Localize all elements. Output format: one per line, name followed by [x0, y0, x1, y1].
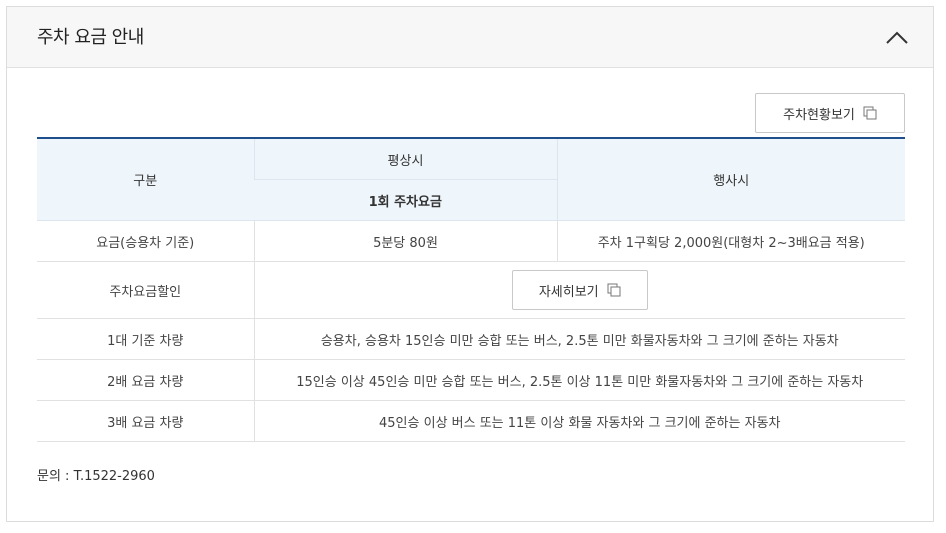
header-category: 구분 [37, 137, 254, 221]
row-label: 1대 기준 차량 [37, 318, 254, 360]
copy-icon [607, 283, 621, 297]
row-value: 45인승 이상 버스 또는 11톤 이상 화물 자동차와 그 크기에 준하는 자… [253, 400, 905, 442]
parking-status-button[interactable]: 주차현황보기 [755, 93, 905, 133]
row-value: 승용차, 승용차 15인승 미만 승합 또는 버스, 2.5톤 미만 화물자동차… [253, 318, 905, 360]
panel-title: 주차 요금 안내 [37, 27, 144, 48]
row-label: 주차요금할인 [37, 261, 254, 319]
table-row: 2배 요금 차량 15인승 이상 45인승 미만 승합 또는 버스, 2.5톤 … [37, 359, 905, 401]
parking-status-button-label: 주차현황보기 [783, 107, 855, 123]
header-event: 행사시 [556, 137, 905, 221]
row-label: 2배 요금 차량 [37, 359, 254, 401]
row-label: 3배 요금 차량 [37, 400, 254, 442]
table-row: 요금(승용차 기준) 5분당 80원 주차 1구획당 2,000원(대형차 2~… [37, 220, 905, 262]
header-normal-sub: 1회 주차요금 [254, 179, 557, 221]
chevron-up-icon[interactable] [881, 21, 913, 53]
row-value: 15인승 이상 45인승 미만 승합 또는 버스, 2.5톤 이상 11톤 미만… [253, 359, 905, 401]
panel-header[interactable]: 주차 요금 안내 [7, 7, 933, 68]
row-event-fee: 주차 1구획당 2,000원(대형차 2~3배요금 적용) [556, 220, 905, 262]
row-normal-fee: 5분당 80원 [253, 220, 557, 262]
detail-view-button-label: 자세히보기 [538, 284, 599, 300]
parking-fee-table: 구분 평상시 행사시 1회 주차요금 요금(승용차 기준) 5분당 80원 주차… [37, 137, 905, 442]
header-normal: 평상시 [253, 137, 557, 180]
detail-view-button[interactable]: 자세히보기 [511, 270, 648, 310]
copy-icon [863, 106, 877, 120]
table-row: 3배 요금 차량 45인승 이상 버스 또는 11톤 이상 화물 자동차와 그 … [37, 400, 905, 442]
parking-fee-panel: 주차 요금 안내 주차현황보기 구분 평상시 행사시 1회 주차요금 요금(승용… [6, 6, 934, 522]
contact-info: 문의 : T.1522-2960 [37, 469, 155, 484]
table-row: 1대 기준 차량 승용차, 승용차 15인승 미만 승합 또는 버스, 2.5톤… [37, 318, 905, 360]
table-row: 주차요금할인 자세히보기 [37, 261, 905, 319]
row-label: 요금(승용차 기준) [37, 220, 254, 262]
discount-cell: 자세히보기 [253, 261, 905, 319]
